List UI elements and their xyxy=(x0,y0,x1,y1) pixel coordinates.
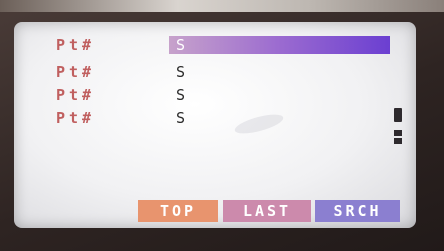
point-label: Pt# xyxy=(56,86,96,104)
selection-highlight xyxy=(169,36,390,54)
scroll-indicator-icon xyxy=(394,108,402,122)
point-value: S xyxy=(176,36,186,54)
point-label: Pt# xyxy=(56,63,96,81)
point-label: Pt# xyxy=(56,109,96,127)
last-softkey-button[interactable]: LAST xyxy=(223,200,311,222)
list-item[interactable]: Pt# S xyxy=(14,109,416,127)
point-value: S xyxy=(176,86,186,104)
device-housing: Pt# S Pt# S Pt# S Pt# S TOP LAST SRCH xyxy=(0,0,444,251)
lcd-screen: Pt# S Pt# S Pt# S Pt# S TOP LAST SRCH xyxy=(14,22,416,228)
list-item[interactable]: Pt# S xyxy=(14,86,416,104)
housing-edge xyxy=(0,0,444,12)
list-item-selected[interactable]: Pt# S xyxy=(14,36,416,54)
point-value: S xyxy=(176,63,186,81)
top-softkey-button[interactable]: TOP xyxy=(138,200,218,222)
more-items-icon xyxy=(394,138,402,144)
point-label: Pt# xyxy=(56,36,96,54)
search-softkey-button[interactable]: SRCH xyxy=(315,200,400,222)
point-value: S xyxy=(176,109,186,127)
more-items-icon xyxy=(394,130,402,136)
list-item[interactable]: Pt# S xyxy=(14,63,416,81)
